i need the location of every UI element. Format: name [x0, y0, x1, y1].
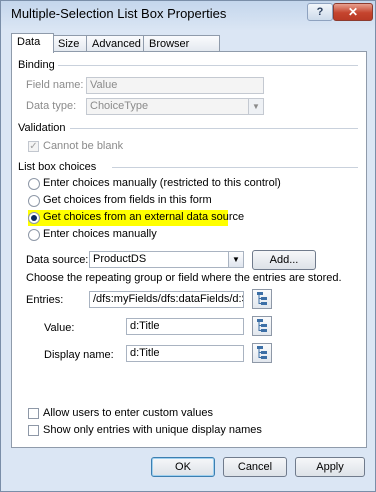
tree-icon [257, 292, 267, 305]
binding-section-title: Binding [18, 59, 55, 71]
cannot-be-blank-checkbox[interactable]: ✓ [28, 141, 39, 152]
field-name-input[interactable]: Value [86, 77, 264, 94]
entries-hint: Choose the repeating group or field wher… [26, 272, 342, 284]
option-enter-manually[interactable]: Enter choices manually [43, 228, 157, 240]
radio-external-data-source[interactable] [28, 212, 40, 224]
unique-display-names-checkbox[interactable] [28, 425, 39, 436]
allow-custom-values-label[interactable]: Allow users to enter custom values [43, 407, 213, 419]
cannot-be-blank-label: Cannot be blank [43, 140, 124, 152]
field-name-label: Field name: [26, 79, 84, 91]
data-source-select[interactable]: ProductDS ▼ [89, 251, 244, 268]
allow-custom-values-checkbox[interactable] [28, 408, 39, 419]
entries-label: Entries: [26, 294, 64, 306]
tab-advanced[interactable]: Advanced [86, 35, 145, 52]
cancel-button[interactable]: Cancel [223, 457, 287, 477]
unique-display-names-label[interactable]: Show only entries with unique display na… [43, 424, 262, 436]
chevron-down-icon: ▼ [228, 252, 243, 267]
option-fields-in-form[interactable]: Get choices from fields in this form [43, 194, 212, 206]
select-value-button[interactable] [252, 316, 272, 336]
radio-selected-dot [31, 215, 37, 221]
data-source-value: ProductDS [93, 253, 147, 265]
data-type-value: ChoiceType [90, 100, 149, 112]
tab-browser-forms[interactable]: Browser forms [143, 35, 220, 66]
tree-icon [257, 319, 267, 332]
tab-size[interactable]: Size [52, 35, 88, 52]
list-box-choices-section-title: List box choices [18, 161, 97, 173]
window-title: Multiple-Selection List Box Properties [11, 6, 227, 21]
select-display-name-button[interactable] [252, 343, 272, 363]
data-type-select[interactable]: ChoiceType ▼ [86, 98, 264, 115]
list-box-choices-divider [112, 167, 358, 168]
display-name-label: Display name: [44, 349, 114, 361]
tree-icon [257, 346, 267, 359]
add-data-source-button[interactable]: Add... [252, 250, 316, 270]
option-external-data-source[interactable]: Get choices from an external data source [43, 211, 244, 223]
data-source-label: Data source: [26, 254, 89, 266]
option-enter-manually-restricted[interactable]: Enter choices manually (restricted to th… [43, 177, 281, 189]
ok-button[interactable]: OK [151, 457, 215, 477]
validation-divider [70, 128, 358, 129]
data-type-label: Data type: [26, 100, 77, 112]
display-name-field[interactable]: d:Title [126, 345, 244, 362]
binding-divider [58, 65, 358, 66]
help-button[interactable]: ? [307, 3, 333, 21]
select-xpath-button[interactable] [252, 289, 272, 309]
tab-data[interactable]: Data [11, 33, 54, 53]
radio-fields-in-form[interactable] [28, 195, 40, 207]
value-field[interactable]: d:Title [126, 318, 244, 335]
entries-field[interactable]: /dfs:myFields/dfs:dataFields/d:Sha [89, 291, 244, 308]
apply-button[interactable]: Apply [295, 457, 365, 477]
validation-section-title: Validation [18, 122, 66, 134]
chevron-down-icon: ▼ [248, 99, 263, 114]
data-tab-panel: Binding Field name: Value Data type: Cho… [11, 51, 367, 448]
radio-enter-manually[interactable] [28, 229, 40, 241]
value-label: Value: [44, 322, 75, 334]
radio-enter-manually-restricted[interactable] [28, 178, 40, 190]
dialog-window: Multiple-Selection List Box Properties ?… [0, 0, 376, 492]
close-button[interactable]: ✕ [333, 3, 373, 21]
title-bar[interactable]: Multiple-Selection List Box Properties ?… [1, 1, 375, 27]
